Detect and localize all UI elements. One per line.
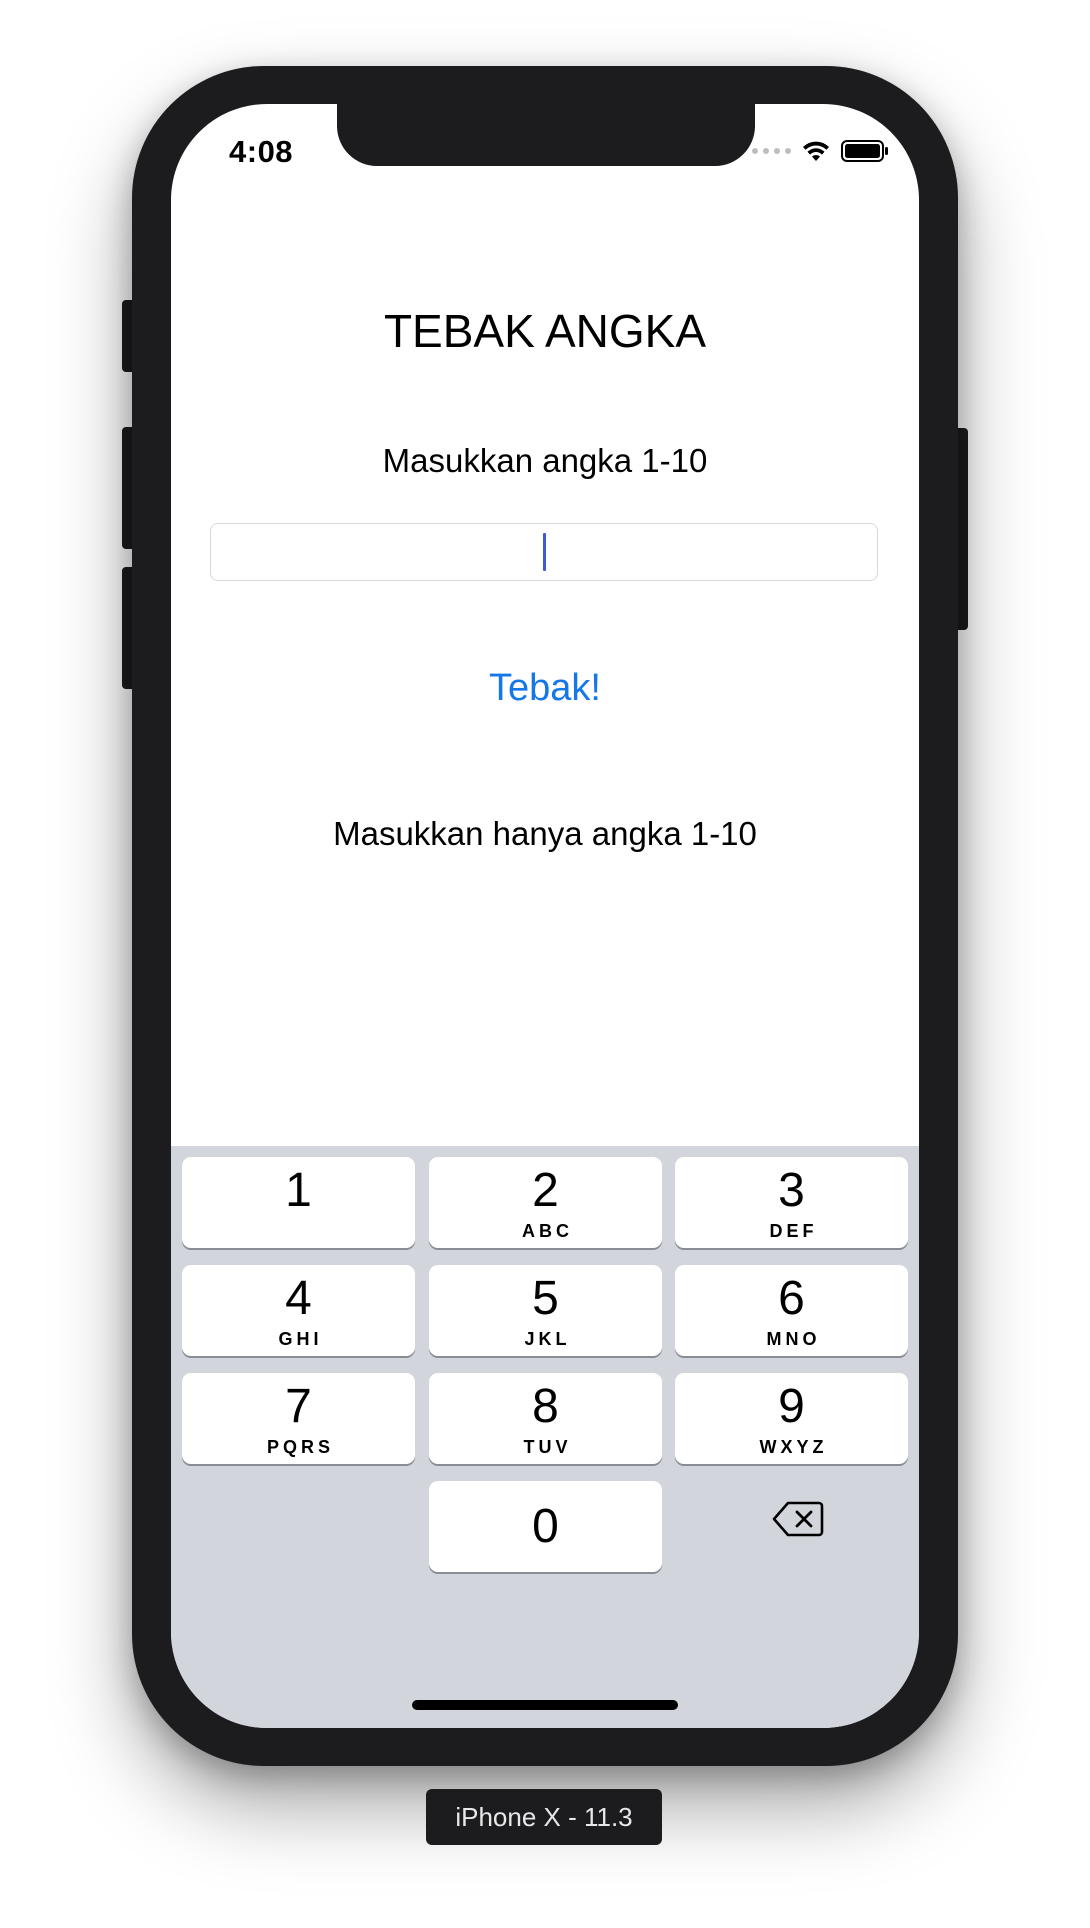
key-0[interactable]: 0	[429, 1481, 662, 1572]
key-letters: WXYZ	[759, 1437, 828, 1457]
guess-button[interactable]: Tebak!	[445, 666, 645, 711]
key-9[interactable]: 9 WXYZ	[675, 1373, 908, 1464]
key-digit: 9	[778, 1380, 805, 1433]
key-digit: 3	[778, 1164, 805, 1217]
key-4[interactable]: 4 GHI	[182, 1265, 415, 1356]
key-letters: GHI	[278, 1329, 323, 1349]
key-7[interactable]: 7 PQRS	[182, 1373, 415, 1464]
key-digit: 8	[532, 1380, 559, 1433]
key-6[interactable]: 6 MNO	[675, 1265, 908, 1356]
key-letters: MNO	[766, 1329, 821, 1349]
key-digit: 7	[285, 1380, 312, 1433]
key-digit: 2	[532, 1164, 559, 1217]
numeric-keypad: 1 2 ABC 3 DEF 4 GHI 5 JKL 6 MNO 7 PQRS 8…	[171, 1146, 919, 1728]
text-cursor	[543, 533, 546, 571]
key-digit: 4	[285, 1272, 312, 1325]
page-title: TEBAK ANGKA	[383, 305, 707, 357]
simulator-device-label: iPhone X - 11.3	[426, 1789, 662, 1845]
key-letters: ABC	[522, 1221, 573, 1241]
key-3[interactable]: 3 DEF	[675, 1157, 908, 1248]
key-letters: DEF	[769, 1221, 818, 1241]
key-digit: 6	[778, 1272, 805, 1325]
delete-backspace-icon[interactable]	[772, 1500, 824, 1538]
key-letters: PQRS	[266, 1437, 334, 1457]
key-digit: 1	[285, 1164, 312, 1217]
key-letters: TUV	[523, 1437, 572, 1457]
key-digit: 0	[532, 1500, 559, 1553]
device-screen: 4:08 TEBAK ANGKA Masukkan angka 1-10 Teb…	[171, 104, 919, 1728]
key-2[interactable]: 2 ABC	[429, 1157, 662, 1248]
result-message: Masukkan hanya angka 1-10	[333, 815, 757, 852]
key-digit: 5	[532, 1272, 559, 1325]
status-time: 4:08	[229, 134, 294, 169]
prompt-label: Masukkan angka 1-10	[382, 442, 708, 479]
notch	[337, 104, 755, 166]
key-1[interactable]: 1	[182, 1157, 415, 1248]
home-indicator[interactable]	[412, 1700, 678, 1710]
key-8[interactable]: 8 TUV	[429, 1373, 662, 1464]
key-5[interactable]: 5 JKL	[429, 1265, 662, 1356]
wifi-icon	[803, 141, 829, 161]
signal-icon	[752, 148, 791, 154]
key-letters: JKL	[524, 1329, 571, 1349]
battery-icon	[841, 140, 888, 162]
status-icons	[752, 134, 889, 168]
